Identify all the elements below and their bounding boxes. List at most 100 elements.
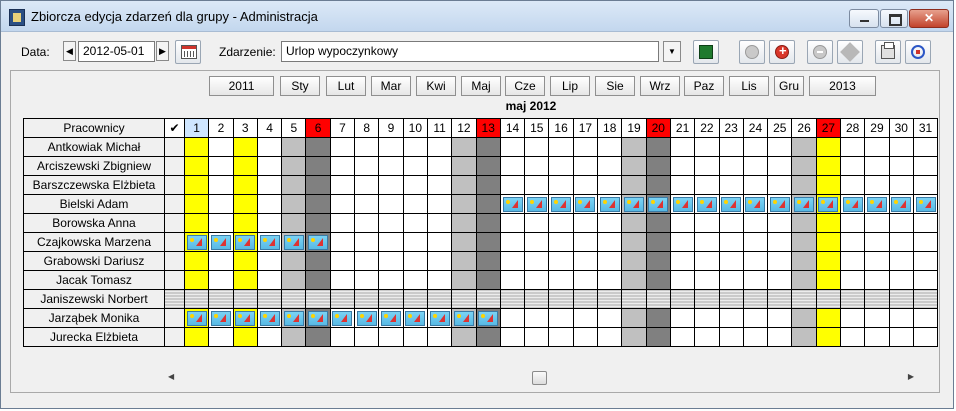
day-cell[interactable] [840,251,866,271]
vacation-event-icon[interactable] [745,196,766,212]
day-cell[interactable] [451,137,477,157]
day-cell[interactable] [718,156,744,176]
day-cell[interactable] [499,232,526,252]
month-button-cze[interactable]: Cze [505,76,545,96]
day-cell[interactable] [232,137,258,157]
day-cell[interactable] [840,194,866,214]
next-date-button[interactable]: ▶ [156,41,169,61]
employee-name[interactable]: Borowska Anna [23,213,165,233]
day-cell[interactable] [645,175,671,195]
day-cell[interactable] [183,213,210,233]
day-cell[interactable] [475,289,501,309]
day-cell[interactable] [791,251,817,271]
scroll-thumb[interactable] [532,371,547,385]
day-header-19[interactable]: 19 [621,118,647,138]
prev-date-button[interactable]: ◀ [63,41,76,61]
day-cell[interactable] [548,251,574,271]
day-cell[interactable] [742,137,769,157]
month-button-wrz[interactable]: Wrz [640,76,680,96]
day-cell[interactable] [791,289,817,309]
day-cell[interactable] [791,156,817,176]
vacation-event-icon[interactable] [478,310,499,326]
day-cell[interactable] [742,232,769,252]
row-checkbox[interactable] [164,175,185,195]
day-cell[interactable] [888,232,914,252]
day-cell[interactable] [183,232,210,252]
day-cell[interactable] [402,270,428,290]
day-cell[interactable] [499,156,526,176]
day-cell[interactable] [232,194,258,214]
day-cell[interactable] [669,156,696,176]
day-cell[interactable] [499,308,526,328]
day-cell[interactable] [864,137,890,157]
event-select[interactable]: Urlop wypoczynkowy [281,41,659,62]
day-cell[interactable] [767,156,793,176]
day-cell[interactable] [597,251,623,271]
day-cell[interactable] [475,251,501,271]
day-cell[interactable] [524,270,550,290]
day-cell[interactable] [378,175,404,195]
day-cell[interactable] [572,232,599,252]
day-cell[interactable] [499,251,526,271]
day-cell[interactable] [840,213,866,233]
day-cell[interactable] [208,308,234,328]
day-cell[interactable] [402,308,428,328]
day-cell[interactable] [791,232,817,252]
remove-event-button[interactable] [807,40,833,64]
day-cell[interactable] [572,270,599,290]
day-cell[interactable] [305,175,331,195]
day-cell[interactable] [475,175,501,195]
vacation-event-icon[interactable] [332,310,353,326]
day-cell[interactable] [548,327,574,347]
day-cell[interactable] [912,289,939,309]
day-cell[interactable] [645,289,671,309]
day-cell[interactable] [621,308,647,328]
day-cell[interactable] [475,308,501,328]
day-cell[interactable] [791,213,817,233]
day-cell[interactable] [329,327,356,347]
day-cell[interactable] [548,270,574,290]
day-cell[interactable] [354,270,380,290]
day-cell[interactable] [694,194,720,214]
vacation-event-icon[interactable] [696,196,717,212]
day-header-12[interactable]: 12 [451,118,477,138]
day-cell[interactable] [864,232,890,252]
day-cell[interactable] [281,251,307,271]
vacation-event-icon[interactable] [769,196,790,212]
day-cell[interactable] [475,270,501,290]
day-cell[interactable] [815,194,842,214]
row-checkbox[interactable] [164,270,185,290]
day-cell[interactable] [232,175,258,195]
day-cell[interactable] [524,289,550,309]
vacation-event-icon[interactable] [721,196,742,212]
day-cell[interactable] [597,327,623,347]
day-cell[interactable] [305,156,331,176]
day-cell[interactable] [597,137,623,157]
day-header-31[interactable]: 31 [912,118,939,138]
day-cell[interactable] [572,175,599,195]
day-cell[interactable] [840,137,866,157]
day-cell[interactable] [548,175,574,195]
day-cell[interactable] [354,251,380,271]
day-cell[interactable] [499,289,526,309]
day-cell[interactable] [524,213,550,233]
day-cell[interactable] [426,232,453,252]
vacation-event-icon[interactable] [551,196,572,212]
day-cell[interactable] [912,308,939,328]
day-cell[interactable] [888,137,914,157]
vacation-event-icon[interactable] [283,310,304,326]
day-cell[interactable] [767,251,793,271]
employee-name[interactable]: Grabowski Dariusz [23,251,165,271]
day-cell[interactable] [621,327,647,347]
day-cell[interactable] [912,232,939,252]
day-header-21[interactable]: 21 [669,118,696,138]
day-cell[interactable] [426,289,453,309]
vacation-event-icon[interactable] [235,310,256,326]
vacation-event-icon[interactable] [891,196,912,212]
day-header-10[interactable]: 10 [402,118,428,138]
day-cell[interactable] [281,289,307,309]
day-cell[interactable] [378,213,404,233]
day-cell[interactable] [402,327,428,347]
day-cell[interactable] [232,213,258,233]
month-button-gru[interactable]: Gru [774,76,804,96]
